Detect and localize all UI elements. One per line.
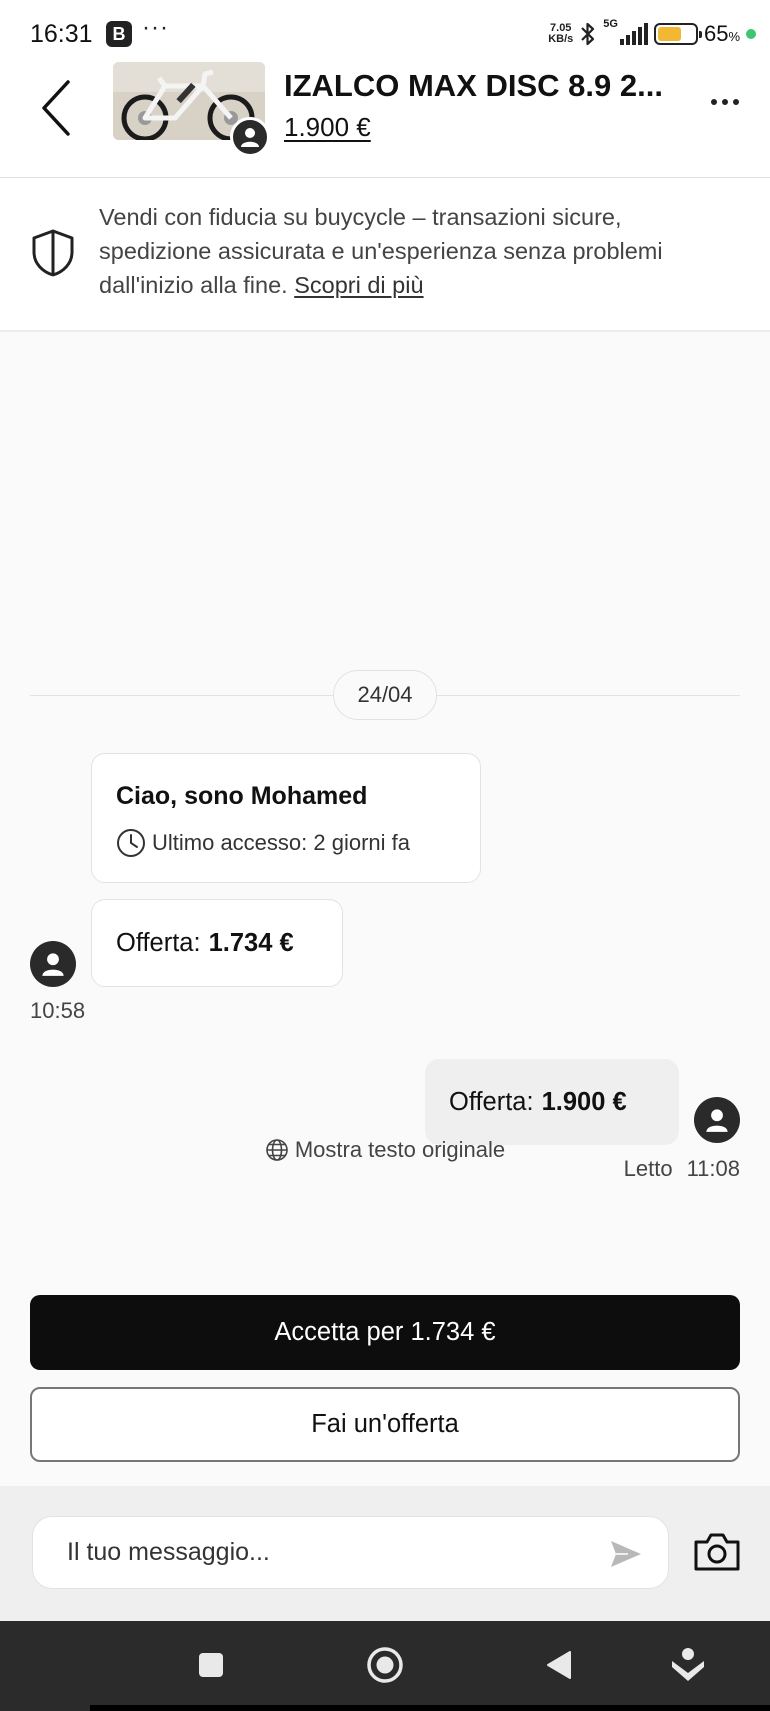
clock-icon <box>117 829 145 857</box>
battery-fill <box>657 27 682 41</box>
bluetooth-icon <box>581 22 595 46</box>
seller-avatar <box>30 941 76 987</box>
learn-more-link[interactable]: Scopri di più <box>294 272 423 298</box>
assistant-icon <box>672 1648 704 1681</box>
user-icon <box>42 953 64 976</box>
triangle-back-icon <box>547 1651 571 1679</box>
privacy-indicator-dot <box>746 29 756 39</box>
battery-percent: 65% <box>703 21 740 46</box>
more-notifications-icon: ··· <box>142 14 169 41</box>
status-bar: 16:31 B ··· 7.05 KB/s 5G 65% <box>0 0 770 62</box>
listing-title[interactable]: IZALCO MAX DISC 8.9 2... <box>284 68 684 104</box>
message-input[interactable]: Il tuo messaggio... <box>32 1516 669 1589</box>
status-icons: 7.05 KB/s 5G 65% <box>548 18 756 50</box>
network-speed: 7.05 KB/s <box>548 22 574 45</box>
offer-label: Offerta: <box>449 1087 534 1116</box>
outgoing-offer-bubble[interactable]: Offerta: 1.900 € <box>425 1059 679 1145</box>
square-icon <box>199 1653 223 1677</box>
message-composer: Il tuo messaggio... <box>0 1486 770 1621</box>
incoming-message-time: 10:58 <box>30 998 86 1023</box>
show-original-text-link[interactable]: Mostra testo originale <box>0 1137 770 1163</box>
incoming-offer-bubble[interactable]: Offerta: 1.734 € <box>91 899 343 987</box>
assistant-button[interactable] <box>666 1643 710 1687</box>
home-indicator <box>90 1705 770 1711</box>
chat-thread[interactable]: 24/04 Ciao, sono Mohamed Ultimo accesso:… <box>0 332 770 1486</box>
seller-intro-card: Ciao, sono Mohamed Ultimo accesso: 2 gio… <box>91 753 481 883</box>
send-icon[interactable] <box>608 1536 644 1572</box>
signal-icon <box>619 23 648 45</box>
battery-icon <box>653 23 702 45</box>
trust-banner: Vendi con fiducia su buycycle – transazi… <box>0 178 770 332</box>
chevron-left-icon <box>42 80 70 136</box>
back-button[interactable] <box>30 68 80 148</box>
offer-label: Offerta: <box>116 928 201 957</box>
more-horizontal-icon <box>711 99 739 105</box>
trust-text: Vendi con fiducia su buycycle – transazi… <box>99 204 663 298</box>
globe-icon <box>266 1139 288 1161</box>
listing-price[interactable]: 1.900 € <box>284 112 371 143</box>
user-icon <box>241 128 259 147</box>
network-type: 5G <box>603 18 618 30</box>
seller-avatar <box>230 117 270 157</box>
offer-amount: 1.734 € <box>208 928 294 957</box>
shield-icon <box>32 229 74 277</box>
nav-back-button[interactable] <box>537 1643 581 1687</box>
accept-offer-button[interactable]: Accetta per 1.734 € <box>30 1295 740 1370</box>
home-circle-icon <box>367 1647 403 1683</box>
make-offer-button[interactable]: Fai un'offerta <box>30 1387 740 1462</box>
offer-amount: 1.900 € <box>541 1087 627 1116</box>
app-notification-icon: B <box>106 21 132 47</box>
chat-header: IZALCO MAX DISC 8.9 2... 1.900 € <box>0 62 770 178</box>
more-options-button[interactable] <box>700 82 750 132</box>
camera-icon[interactable] <box>693 1531 741 1573</box>
user-icon <box>706 1109 728 1132</box>
system-navigation-bar <box>0 1621 770 1711</box>
date-separator: 24/04 <box>333 670 437 720</box>
home-button[interactable] <box>363 1643 407 1687</box>
last-seen: Ultimo accesso: 2 giorni fa <box>116 828 410 858</box>
status-time: 16:31 <box>30 20 93 48</box>
seller-name: Ciao, sono Mohamed <box>116 782 368 810</box>
recent-apps-button[interactable] <box>189 1643 233 1687</box>
